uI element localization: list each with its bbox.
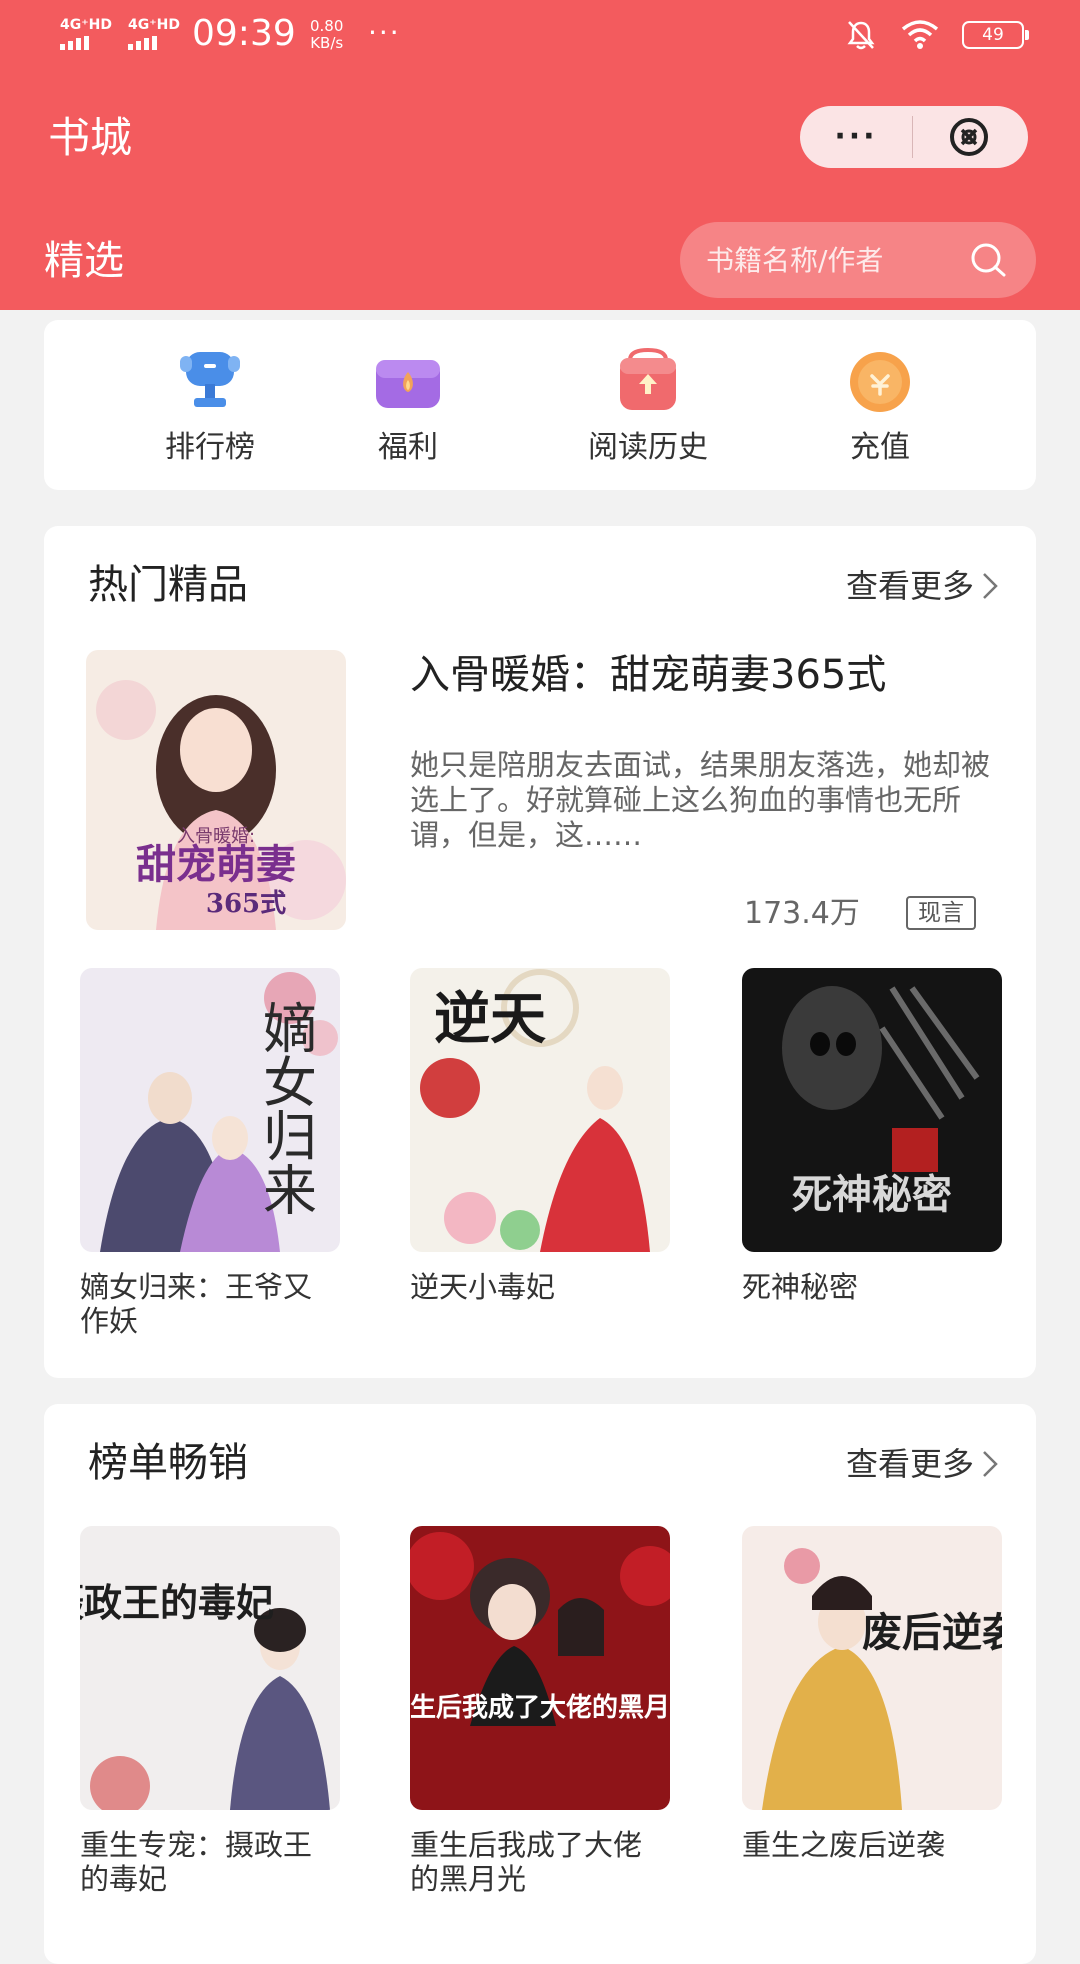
quick-nav-ranking[interactable]: 排行榜 [110, 346, 310, 466]
bestseller-more-label: 查看更多 [845, 1445, 974, 1483]
book-card[interactable]: 死神秘密 死神秘密 [742, 968, 1002, 1304]
book-card[interactable]: 逆天 逆天小毒妃 [410, 968, 670, 1304]
app-header: 4G⁺HD 4G⁺HD 09:39 0.80 KB/s ··· 49 书城 ··… [0, 0, 1080, 310]
status-right: 49 [844, 18, 1029, 52]
chevron-right-icon [983, 573, 998, 599]
book-card[interactable]: 废后逆袭 重生之废后逆袭 [742, 1526, 1002, 1862]
book-title: 重生专宠：摄政王的毒妃 [80, 1828, 313, 1896]
book-title: 重生之废后逆袭 [742, 1828, 946, 1862]
hot-more-label: 查看更多 [845, 567, 974, 605]
book-card[interactable]: 摄政王的毒妃 重生专宠：摄政王的毒妃 [80, 1526, 340, 1896]
bestseller-section: 榜单畅销 查看更多 摄政王的毒妃 重生专宠：摄政王的毒妃 [44, 1404, 1036, 1964]
quick-nav: 排行榜 福利 阅读历史 充值 [44, 320, 1036, 490]
battery-indicator: 49 [962, 21, 1029, 49]
quick-nav-history-label: 阅读历史 [588, 430, 708, 465]
signal-1: 4G⁺HD [60, 18, 112, 50]
featured-book-read-count: 173.4万 [744, 896, 860, 931]
book-cover: 摄政王的毒妃 [80, 1526, 340, 1810]
trophy-icon [170, 346, 250, 416]
book-cover: 废后逆袭 [742, 1526, 1002, 1810]
search-box[interactable] [680, 222, 1036, 298]
close-button[interactable] [913, 114, 1025, 160]
more-menu-button[interactable]: ··· [800, 122, 912, 152]
featured-book-description: 她只是陪朋友去面试，结果朋友落选，她却被选上了。好就算碰上这么狗血的事情也无所谓… [410, 748, 991, 852]
bestseller-section-title: 榜单畅销 [88, 1440, 248, 1486]
featured-cover-text-main: 甜宠萌妻 [136, 841, 296, 888]
quick-nav-welfare[interactable]: 福利 [308, 346, 508, 466]
book-cover-text: 嫡女归来 [254, 1000, 317, 1216]
page-title: 书城 [48, 113, 133, 162]
book-cover-text: 废后逆袭 [862, 1609, 1002, 1656]
featured-book-genre-tag: 现言 [906, 896, 976, 930]
signal-1-label: 4G⁺HD [60, 17, 112, 33]
book-title: 嫡女归来：王爷又作妖 [80, 1270, 313, 1338]
gift-box-icon [368, 346, 448, 416]
quick-nav-recharge-label: 充值 [850, 430, 910, 465]
close-circle-icon [950, 118, 988, 156]
quick-nav-welfare-label: 福利 [378, 430, 438, 465]
signal-2-label: 4G⁺HD [128, 17, 180, 33]
mini-program-capsule: ··· [800, 106, 1028, 168]
signal-bars-icon [128, 36, 180, 50]
book-cover-text: 摄政王的毒妃 [80, 1580, 274, 1625]
search-icon[interactable] [968, 240, 1008, 280]
signal-2: 4G⁺HD [128, 18, 180, 50]
featured-book-title[interactable]: 入骨暖婚：甜宠萌妻365式 [410, 650, 1000, 700]
book-title: 重生后我成了大佬的黑月光 [410, 1828, 643, 1896]
tab-featured[interactable]: 精选 [44, 236, 124, 286]
chevron-right-icon [983, 1451, 998, 1477]
history-bag-icon [608, 346, 688, 416]
signal-bars-icon [60, 36, 112, 50]
mute-bell-icon [847, 21, 875, 50]
network-speed: 0.80 KB/s [310, 18, 343, 52]
book-card[interactable]: 嫡女归来 嫡女归来：王爷又作妖 [80, 968, 340, 1338]
book-cover: 逆天 [410, 968, 670, 1252]
book-title: 逆天小毒妃 [410, 1270, 556, 1304]
status-bar: 4G⁺HD 4G⁺HD 09:39 0.80 KB/s ··· 49 [0, 0, 1080, 72]
hot-more-link[interactable]: 查看更多 [846, 566, 998, 606]
hot-section-title: 热门精品 [88, 562, 248, 608]
book-title: 死神秘密 [742, 1270, 859, 1304]
book-cover: 死神秘密 [742, 968, 1002, 1252]
book-cover: 嫡女归来 [80, 968, 340, 1252]
book-cover-text: 重生后我成了大佬的黑月光 [410, 1692, 670, 1723]
network-speed-unit: KB/s [310, 34, 344, 52]
search-input[interactable] [706, 240, 946, 280]
quick-nav-history[interactable]: 阅读历史 [548, 346, 748, 466]
featured-cover-text-sub: 365式 [206, 889, 286, 919]
clock: 09:39 [192, 13, 296, 54]
book-card[interactable]: 重生后我成了大佬的黑月光 重生后我成了大佬的黑月光 [410, 1526, 670, 1896]
book-cover-text: 死神秘密 [792, 1171, 952, 1218]
hot-section: 热门精品 查看更多 入骨暖婚: 甜宠萌妻 365式 入骨暖婚：甜宠萌妻365式 … [44, 526, 1036, 1378]
wifi-icon [901, 20, 939, 49]
quick-nav-recharge[interactable]: 充值 [780, 346, 980, 466]
coin-icon [840, 346, 920, 416]
book-cover-text: 逆天 [434, 986, 546, 1052]
status-more-dots: ··· [368, 16, 401, 49]
quick-nav-ranking-label: 排行榜 [165, 430, 255, 465]
bestseller-more-link[interactable]: 查看更多 [846, 1444, 998, 1484]
network-speed-value: 0.80 [310, 17, 344, 35]
featured-book-cover[interactable]: 入骨暖婚: 甜宠萌妻 365式 [86, 650, 346, 930]
book-cover: 重生后我成了大佬的黑月光 [410, 1526, 670, 1810]
